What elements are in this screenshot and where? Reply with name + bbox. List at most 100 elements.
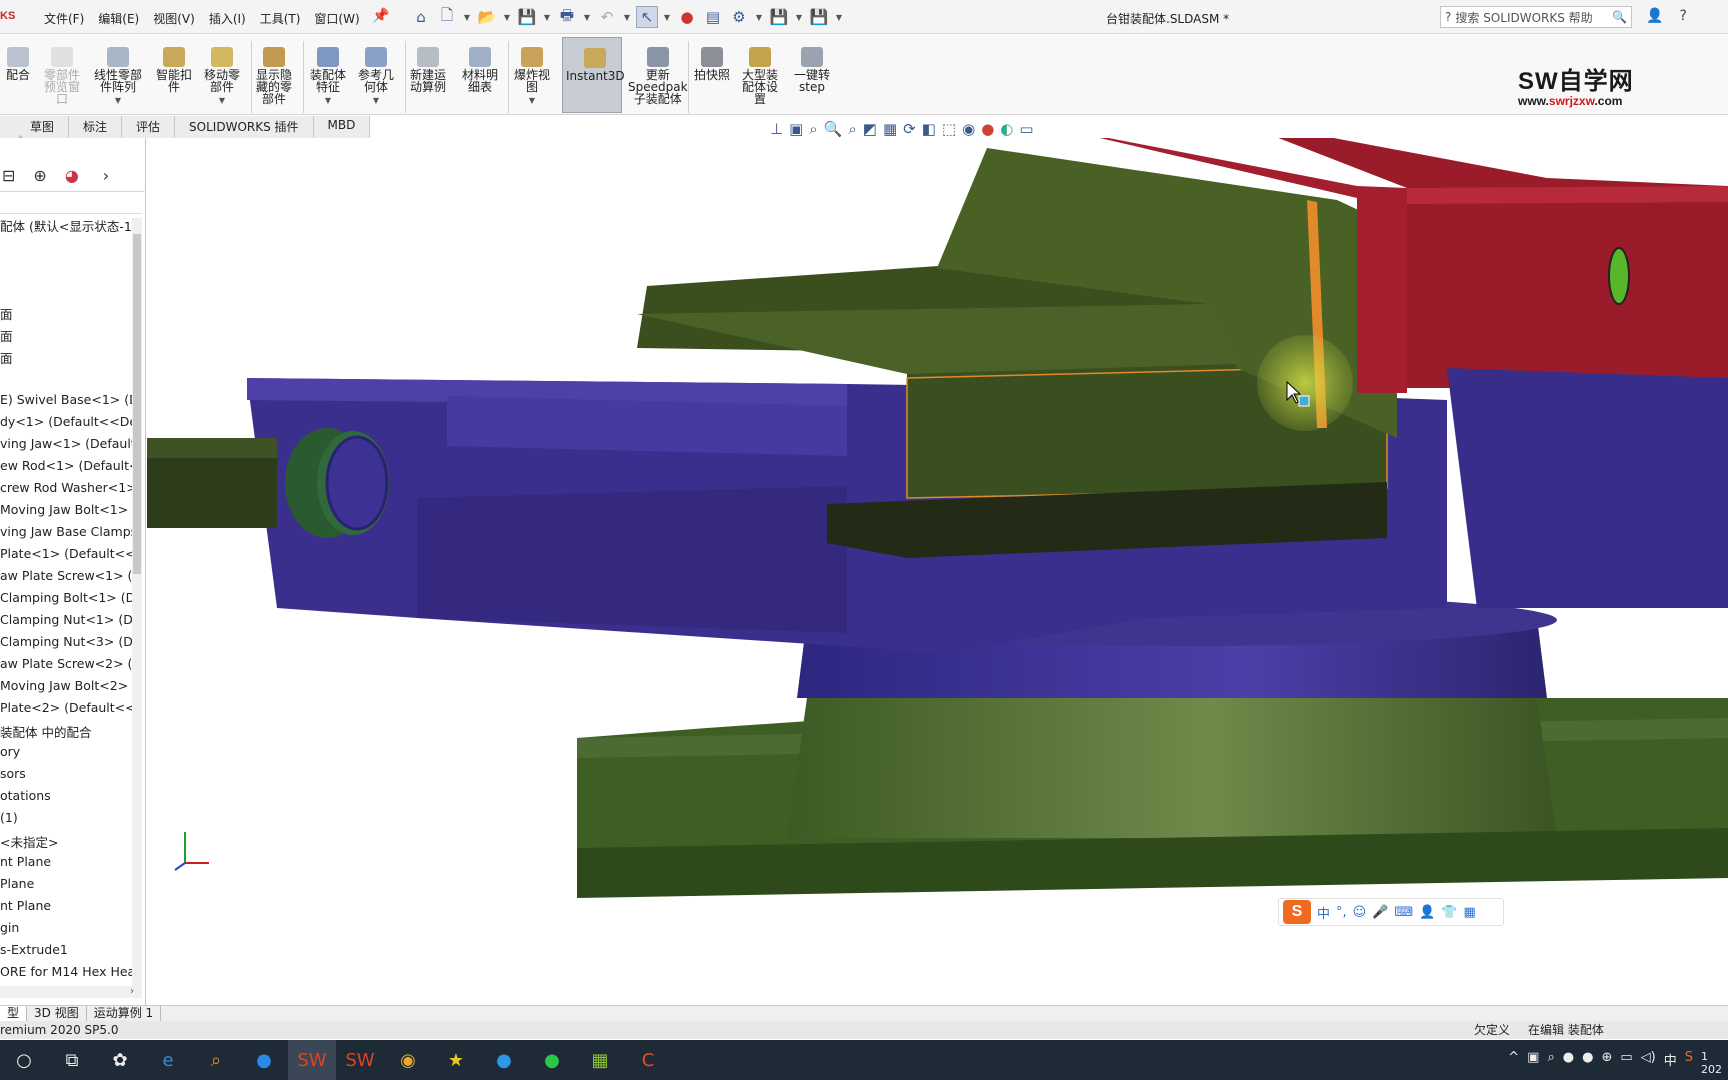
chevron-down-icon[interactable]: ▼ — [502, 13, 512, 22]
feature-tree-item[interactable]: aw Plate Screw<2> (D — [0, 656, 132, 678]
app-icon[interactable]: ✿ — [96, 1040, 144, 1080]
save-icon[interactable]: 💾 — [516, 6, 538, 28]
tab-motion-study[interactable]: 运动算例 1 — [87, 1006, 162, 1021]
dynamic-annotation-icon[interactable]: ▦ — [883, 120, 897, 138]
feature-tree-item[interactable]: gin — [0, 920, 132, 942]
tab-addins[interactable]: SOLIDWORKS 插件 — [175, 116, 314, 138]
panel-grip[interactable]: ˚ — [18, 136, 23, 147]
horizontal-scrollbar[interactable]: › — [0, 986, 142, 998]
feature-tree-item[interactable]: aw Plate Screw<1> (D — [0, 568, 132, 590]
chat-app-icon[interactable]: ● — [240, 1040, 288, 1080]
tab-markup[interactable]: 标注 — [69, 116, 123, 138]
show-hidden-components-button[interactable]: 显示隐 藏的零 部件 — [256, 47, 292, 105]
tab-evaluate[interactable]: 评估 — [122, 116, 176, 138]
feature-tree-item[interactable] — [0, 260, 132, 282]
feature-tree-item[interactable] — [0, 370, 132, 392]
chevron-down-icon[interactable]: ▼ — [542, 13, 552, 22]
section-view-icon[interactable]: ◩ — [863, 120, 877, 138]
feature-tree-item[interactable]: ving Jaw<1> (Default< — [0, 436, 132, 458]
feature-tree-item[interactable]: <未指定> — [0, 832, 132, 854]
sogou-tray-icon[interactable]: S — [1685, 1050, 1693, 1076]
property-manager-icon[interactable]: ⊟ — [2, 166, 15, 185]
feature-tree-item[interactable]: Plane — [0, 876, 132, 898]
feature-tree-item[interactable]: otations — [0, 788, 132, 810]
hide-show-icon[interactable]: ◉ — [962, 120, 975, 138]
feature-tree-item[interactable]: 面 — [0, 326, 132, 348]
tab-model[interactable]: 型 — [0, 1006, 28, 1021]
wechat-tray-icon[interactable]: ● — [1582, 1050, 1593, 1076]
chevron-down-icon[interactable]: ▼ — [754, 13, 764, 22]
save-all-icon[interactable]: 💾 — [808, 6, 830, 28]
file-properties-icon[interactable]: ▤ — [702, 6, 724, 28]
search-app-icon[interactable]: ⌕ — [192, 1040, 240, 1080]
tray-app-icon[interactable]: ▣ — [1527, 1050, 1539, 1076]
save-as-icon[interactable]: 💾 — [768, 6, 790, 28]
update-speedpak-button[interactable]: 更新 Speedpak 子装配体 — [628, 47, 688, 105]
scene-icon[interactable]: ◐ — [1000, 120, 1013, 138]
one-click-step-button[interactable]: 一键转 step — [794, 47, 830, 93]
reference-geometry-button[interactable]: 参考几 何体 ▼ — [358, 47, 394, 107]
home-icon[interactable]: ⌂ — [410, 6, 432, 28]
ime-toolbar[interactable]: S 中 °, ☺ 🎤 ⌨ 👤 👕 ▦ — [1278, 898, 1504, 926]
tray-search-icon[interactable]: ⌕ — [1547, 1050, 1554, 1076]
feature-tree-item[interactable]: ory — [0, 744, 132, 766]
wechat-tray-icon[interactable]: ● — [1563, 1050, 1574, 1076]
chrome-icon[interactable]: ◉ — [384, 1040, 432, 1080]
search-input[interactable]: 搜索 SOLIDWORKS 帮助 — [1455, 9, 1592, 26]
traffic-light-icon[interactable]: ● — [676, 6, 698, 28]
chevron-right-icon[interactable]: › — [103, 166, 109, 185]
chevron-up-icon[interactable]: ^ — [1508, 1050, 1519, 1076]
feature-tree-item[interactable]: Plate<2> (Default<<D — [0, 700, 132, 722]
exploded-view-button[interactable]: 爆炸视 图 ▼ — [514, 47, 550, 107]
scroll-thumb[interactable] — [133, 234, 141, 574]
feature-tree-item[interactable]: (1) — [0, 810, 132, 832]
previous-view-icon[interactable]: ▣ — [789, 120, 803, 138]
input-language[interactable]: 中 — [1664, 1050, 1677, 1076]
help-question-icon[interactable]: ? — [1679, 8, 1686, 24]
bill-of-materials-button[interactable]: 材料明 细表 — [462, 47, 498, 93]
feature-tree-item[interactable]: nt Plane — [0, 854, 132, 876]
vertical-scrollbar[interactable] — [132, 218, 142, 988]
feature-tree-item[interactable]: 面 — [0, 348, 132, 370]
ie-browser-icon[interactable]: e — [144, 1040, 192, 1080]
feature-tree-item[interactable]: Moving Jaw Bolt<1> (D — [0, 502, 132, 524]
feature-tree-item[interactable]: Clamping Nut<1> (Def — [0, 612, 132, 634]
display-style-icon[interactable]: ◧ — [922, 120, 936, 138]
linear-pattern-button[interactable]: 线性零部 件阵列 ▼ — [94, 47, 142, 107]
menu-file[interactable]: 文件(F) — [44, 10, 84, 27]
feature-tree-item[interactable]: nt Plane — [0, 898, 132, 920]
feature-tree-item[interactable]: ew Rod<1> (Default<< — [0, 458, 132, 480]
task-view-icon[interactable]: ⧉ — [48, 1040, 96, 1080]
zoom-in-out-icon[interactable]: ⌕ — [848, 120, 856, 138]
pin-icon[interactable]: 📌 — [372, 8, 389, 24]
configuration-manager-icon[interactable]: ⊕ — [33, 166, 46, 185]
ime-language[interactable]: 中 — [1317, 903, 1330, 922]
feature-tree-item[interactable]: crew Rod Washer<1> — [0, 480, 132, 502]
feature-tree-item[interactable] — [0, 238, 132, 260]
keyboard-icon[interactable]: ⌨ — [1394, 905, 1413, 920]
chevron-down-icon[interactable]: ▼ — [219, 95, 225, 107]
feature-tree-item[interactable]: Clamping Bolt<1> (Def — [0, 590, 132, 612]
mate-button[interactable]: 配合 — [6, 47, 30, 81]
punctuation-icon[interactable]: °, — [1336, 905, 1347, 920]
feature-tree-item[interactable]: dy<1> (Default<<Defa — [0, 414, 132, 436]
menu-view[interactable]: 视图(V) — [153, 10, 195, 27]
feature-tree-item[interactable]: 配体 (默认<显示状态-1> — [0, 216, 132, 238]
instant3d-button[interactable]: Instant3D — [562, 37, 625, 113]
wechat-icon[interactable]: ● — [528, 1040, 576, 1080]
menu-edit[interactable]: 编辑(E) — [98, 10, 139, 27]
feature-tree-item[interactable]: s-Extrude1 — [0, 942, 132, 964]
print-icon[interactable]: 🖶 — [556, 6, 578, 28]
grid-menu-icon[interactable]: ▦ — [1464, 905, 1476, 920]
emoji-icon[interactable]: ☺ — [1353, 905, 1367, 920]
rotate-icon[interactable]: ⟳ — [903, 120, 916, 138]
menu-insert[interactable]: 插入(I) — [209, 10, 246, 27]
zoom-to-area-icon[interactable]: 🔍 — [824, 120, 843, 138]
view-orientation-icon[interactable]: ⊥ — [770, 120, 783, 138]
feature-tree-item[interactable]: Moving Jaw Bolt<2> (D — [0, 678, 132, 700]
volume-icon[interactable]: ◁) — [1641, 1050, 1656, 1076]
favorites-icon[interactable]: ★ — [432, 1040, 480, 1080]
chevron-down-icon[interactable]: ▼ — [462, 13, 472, 22]
new-motion-study-button[interactable]: 新建运 动算例 — [410, 47, 446, 93]
chevron-down-icon[interactable]: ▼ — [582, 13, 592, 22]
